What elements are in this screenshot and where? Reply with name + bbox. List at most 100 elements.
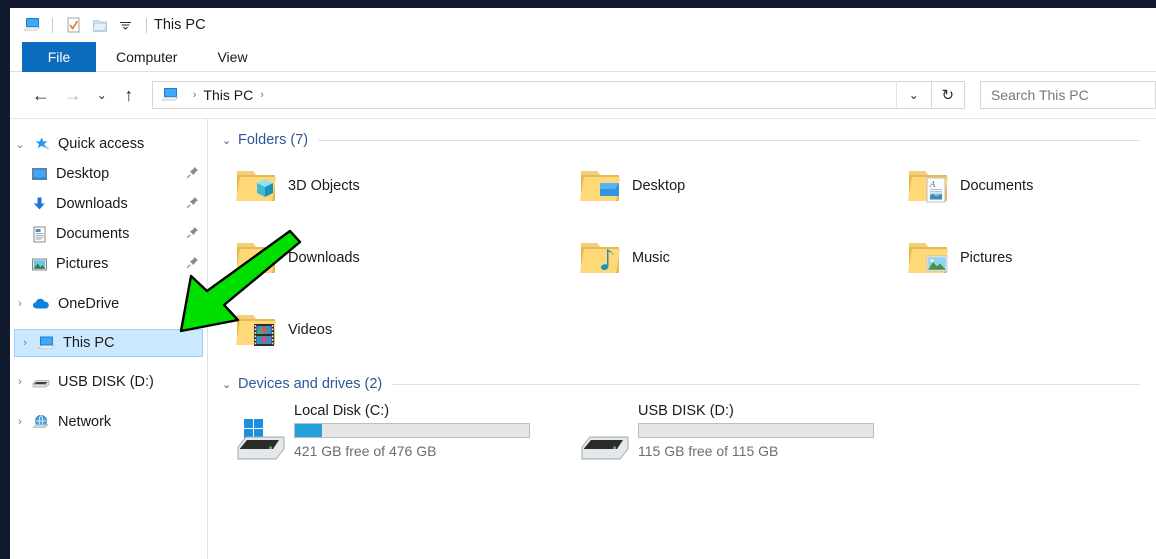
recent-locations-button[interactable]: ⌄ (92, 81, 112, 109)
search-input[interactable] (990, 87, 1156, 103)
window-title: This PC (154, 17, 206, 33)
breadcrumb-this-pc-icon (160, 87, 179, 103)
expand-chevron-icon[interactable]: › (10, 416, 30, 428)
sidebar-item-downloads[interactable]: Downloads (10, 189, 207, 219)
navigation-pane: ⌄ Quick access Desktop Downloads Documen… (10, 119, 208, 559)
explorer-body: ⌄ Quick access Desktop Downloads Documen… (10, 119, 1156, 559)
drives-group-header[interactable]: ⌄ Devices and drives (2) (222, 373, 1156, 395)
folder-tile-documents[interactable]: A Documents (902, 157, 1156, 215)
group-divider (318, 139, 1140, 141)
folder-tile-3d-objects[interactable]: 3D Objects (230, 157, 574, 215)
this-pc-icon[interactable] (22, 16, 41, 35)
ribbon-tab-bar: File Computer View (10, 42, 1156, 72)
documents-icon (28, 226, 50, 243)
drive-usage-fill (295, 424, 322, 437)
drive-free-text: 115 GB free of 115 GB (638, 443, 779, 459)
forward-button: → (63, 84, 82, 105)
up-button[interactable]: ↑ (116, 81, 142, 109)
this-pc-icon (35, 335, 57, 351)
folder-tile-pictures[interactable]: Pictures (902, 229, 1156, 287)
breadcrumb-separator-1[interactable]: › (193, 89, 197, 101)
sidebar-item-pictures[interactable]: Pictures (10, 249, 207, 279)
title-bar: This PC (10, 8, 1156, 42)
folder-videos-icon (230, 309, 282, 351)
windows-hard-drive-icon (230, 401, 294, 463)
expand-chevron-icon[interactable]: ⌄ (10, 138, 30, 151)
usb-drive-icon (574, 401, 638, 463)
sidebar-item-label: Quick access (58, 136, 145, 152)
collapse-chevron-icon[interactable]: ⌄ (222, 134, 238, 147)
folder-music-icon (574, 237, 626, 279)
svg-text:A: A (929, 180, 936, 189)
drives-group-title: Devices and drives (2) (238, 376, 383, 392)
desktop-icon (28, 167, 50, 182)
folder-pictures-icon (902, 237, 954, 279)
toolbar-separator-2 (146, 17, 147, 33)
search-box[interactable] (979, 81, 1156, 109)
tab-computer[interactable]: Computer (96, 42, 197, 72)
drive-label: USB DISK (D:) (638, 403, 734, 419)
back-button[interactable]: ← (28, 81, 54, 109)
folder-tile-label: Documents (960, 178, 1034, 194)
sidebar-item-this-pc[interactable]: › This PC (14, 329, 203, 357)
customize-chevron-icon[interactable] (116, 16, 135, 35)
group-divider (392, 383, 1140, 385)
drive-info: USB DISK (D:) 115 GB free of 115 GB (638, 401, 874, 459)
sidebar-item-documents[interactable]: Documents (10, 219, 207, 249)
pin-icon[interactable] (186, 166, 199, 182)
breadcrumb-this-pc[interactable]: This PC (203, 87, 253, 103)
sidebar-item-onedrive[interactable]: › OneDrive (10, 289, 207, 319)
folder-desktop-icon (574, 165, 626, 207)
onedrive-cloud-icon (30, 297, 52, 311)
sidebar-item-label: This PC (63, 335, 115, 351)
folder-downloads-icon (230, 237, 282, 279)
sidebar-item-label: Documents (56, 226, 130, 242)
tab-file[interactable]: File (22, 42, 96, 72)
folder-tile-label: 3D Objects (288, 178, 360, 194)
screen: This PC File Computer View ← → ⌄ ↑ › Thi… (0, 0, 1156, 559)
folder-tile-label: Desktop (632, 178, 686, 194)
sidebar-item-label: Desktop (56, 166, 110, 182)
expand-chevron-icon[interactable]: › (10, 298, 30, 310)
expand-chevron-icon[interactable]: › (15, 337, 35, 349)
drive-tile-usb-disk-d[interactable]: USB DISK (D:) 115 GB free of 115 GB (574, 401, 1156, 471)
drives-grid: Local Disk (C:) 421 GB free of 476 GB US… (230, 401, 1156, 471)
folder-tile-label: Music (632, 250, 670, 266)
properties-icon[interactable] (64, 16, 83, 35)
drive-usage-bar (294, 423, 530, 438)
sidebar-item-quick-access[interactable]: ⌄ Quick access (10, 129, 207, 159)
content-pane: ⌄ Folders (7) 3D Objects Desktop A Docum… (208, 119, 1156, 559)
folder-tile-label: Downloads (288, 250, 360, 266)
folder-tile-music[interactable]: Music (574, 229, 902, 287)
expand-chevron-icon[interactable]: › (10, 376, 30, 388)
address-bar[interactable]: › This PC › ⌄ (151, 81, 932, 109)
breadcrumb-separator-2[interactable]: › (260, 89, 264, 101)
folders-group-title: Folders (7) (238, 132, 309, 148)
folder-tile-desktop[interactable]: Desktop (574, 157, 902, 215)
sidebar-item-label: USB DISK (D:) (58, 374, 154, 390)
folders-group-header[interactable]: ⌄ Folders (7) (222, 129, 1156, 151)
folder-3d-objects-icon (230, 165, 282, 207)
quick-access-toolbar (22, 16, 151, 35)
new-folder-icon[interactable] (90, 16, 109, 35)
drive-tile-local-disk-c[interactable]: Local Disk (C:) 421 GB free of 476 GB (230, 401, 574, 471)
folder-tile-videos[interactable]: Videos (230, 301, 574, 359)
collapse-chevron-icon[interactable]: ⌄ (222, 378, 238, 391)
file-explorer-window: This PC File Computer View ← → ⌄ ↑ › Thi… (10, 8, 1156, 559)
sidebar-item-usb-disk[interactable]: › USB DISK (D:) (10, 367, 207, 397)
network-icon (30, 414, 52, 430)
pin-icon[interactable] (186, 226, 199, 242)
folder-tile-downloads[interactable]: Downloads (230, 229, 574, 287)
folder-tile-label: Videos (288, 322, 333, 338)
pin-icon[interactable] (186, 256, 199, 272)
tab-view[interactable]: View (197, 42, 267, 72)
refresh-button[interactable]: ↻ (931, 81, 965, 109)
toolbar-separator-1 (52, 17, 53, 33)
folder-tile-label: Pictures (960, 250, 1013, 266)
pin-icon[interactable] (186, 196, 199, 212)
sidebar-item-desktop[interactable]: Desktop (10, 159, 207, 189)
drive-usage-bar (638, 423, 874, 438)
address-dropdown-chevron-icon[interactable]: ⌄ (895, 81, 931, 109)
downloads-icon (28, 196, 50, 212)
sidebar-item-network[interactable]: › Network (10, 407, 207, 437)
